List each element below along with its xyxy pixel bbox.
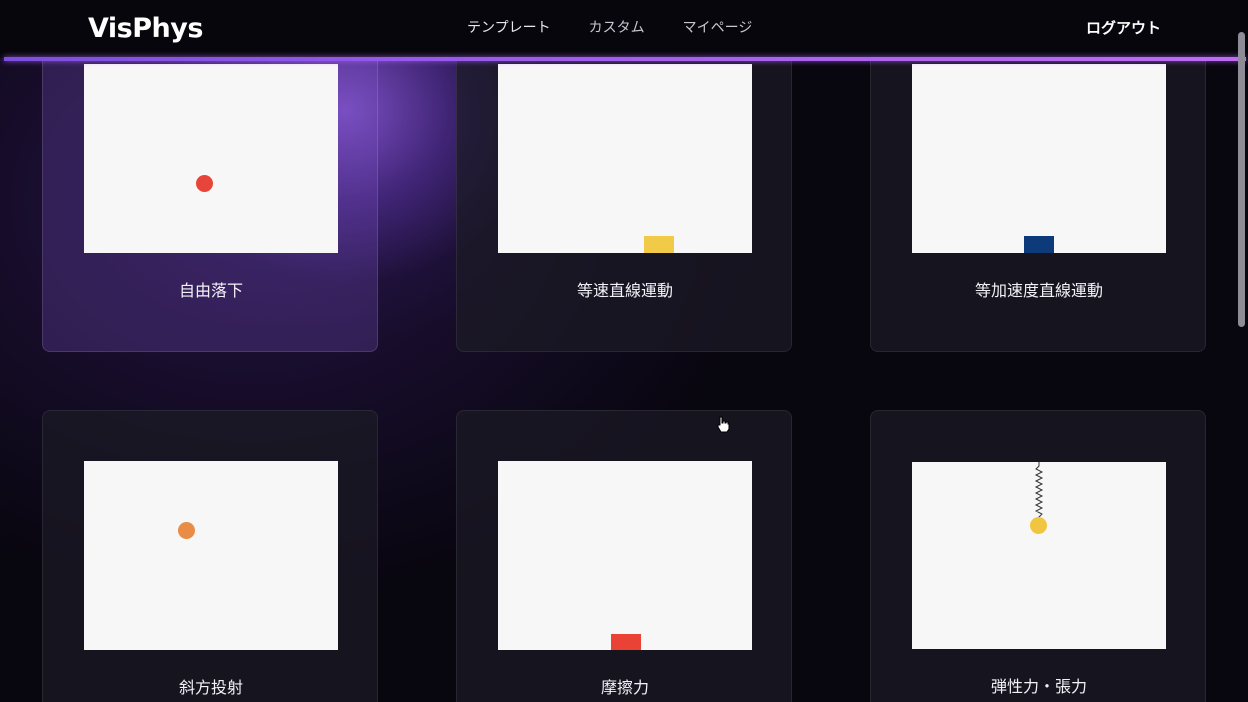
simulation-preview [912,462,1166,649]
navbar: VisPhys テンプレート カスタム マイページ ログアウト [0,0,1248,58]
yellow-block [644,236,674,253]
red-block [611,634,641,650]
navbar-accent-line [4,57,1246,61]
template-card-label: 等加速度直線運動 [974,281,1103,300]
page: VisPhys テンプレート カスタム マイページ ログアウト 自由落下 等速直… [0,0,1248,702]
simulation-preview [498,461,752,650]
template-card-label: 斜方投射 [178,678,243,697]
template-card-label: 等速直線運動 [576,281,673,300]
spring-icon [1034,462,1044,519]
simulation-preview [498,64,752,253]
simulation-preview [912,64,1166,253]
template-card-uniform-motion[interactable]: 等速直線運動 [456,30,792,352]
nav-link-custom[interactable]: カスタム [589,18,645,38]
template-card-free-fall[interactable]: 自由落下 [42,30,378,352]
template-card-label: 弾性力・張力 [990,677,1087,696]
simulation-preview [84,64,338,253]
hand-cursor-icon [717,416,730,433]
nav-link-mypage[interactable]: マイページ [683,18,753,38]
template-card-label: 自由落下 [178,281,243,300]
navy-block [1024,236,1054,253]
nav-links: テンプレート カスタム マイページ [467,18,752,38]
scrollbar-thumb[interactable] [1238,32,1245,327]
template-card-projectile[interactable]: 斜方投射 [42,410,378,702]
red-ball [196,175,213,192]
app-logo[interactable]: VisPhys [88,12,203,46]
logout-button[interactable]: ログアウト [1086,18,1161,38]
template-card-elastic-tension[interactable]: 弾性力・張力 [870,410,1206,702]
template-card-friction[interactable]: 摩擦力 [456,410,792,702]
nav-link-templates[interactable]: テンプレート [467,18,551,38]
yellow-bob [1030,517,1047,534]
template-card-uniform-acceleration[interactable]: 等加速度直線運動 [870,30,1206,352]
template-card-label: 摩擦力 [600,678,649,697]
simulation-preview [84,461,338,650]
orange-ball [178,522,195,539]
